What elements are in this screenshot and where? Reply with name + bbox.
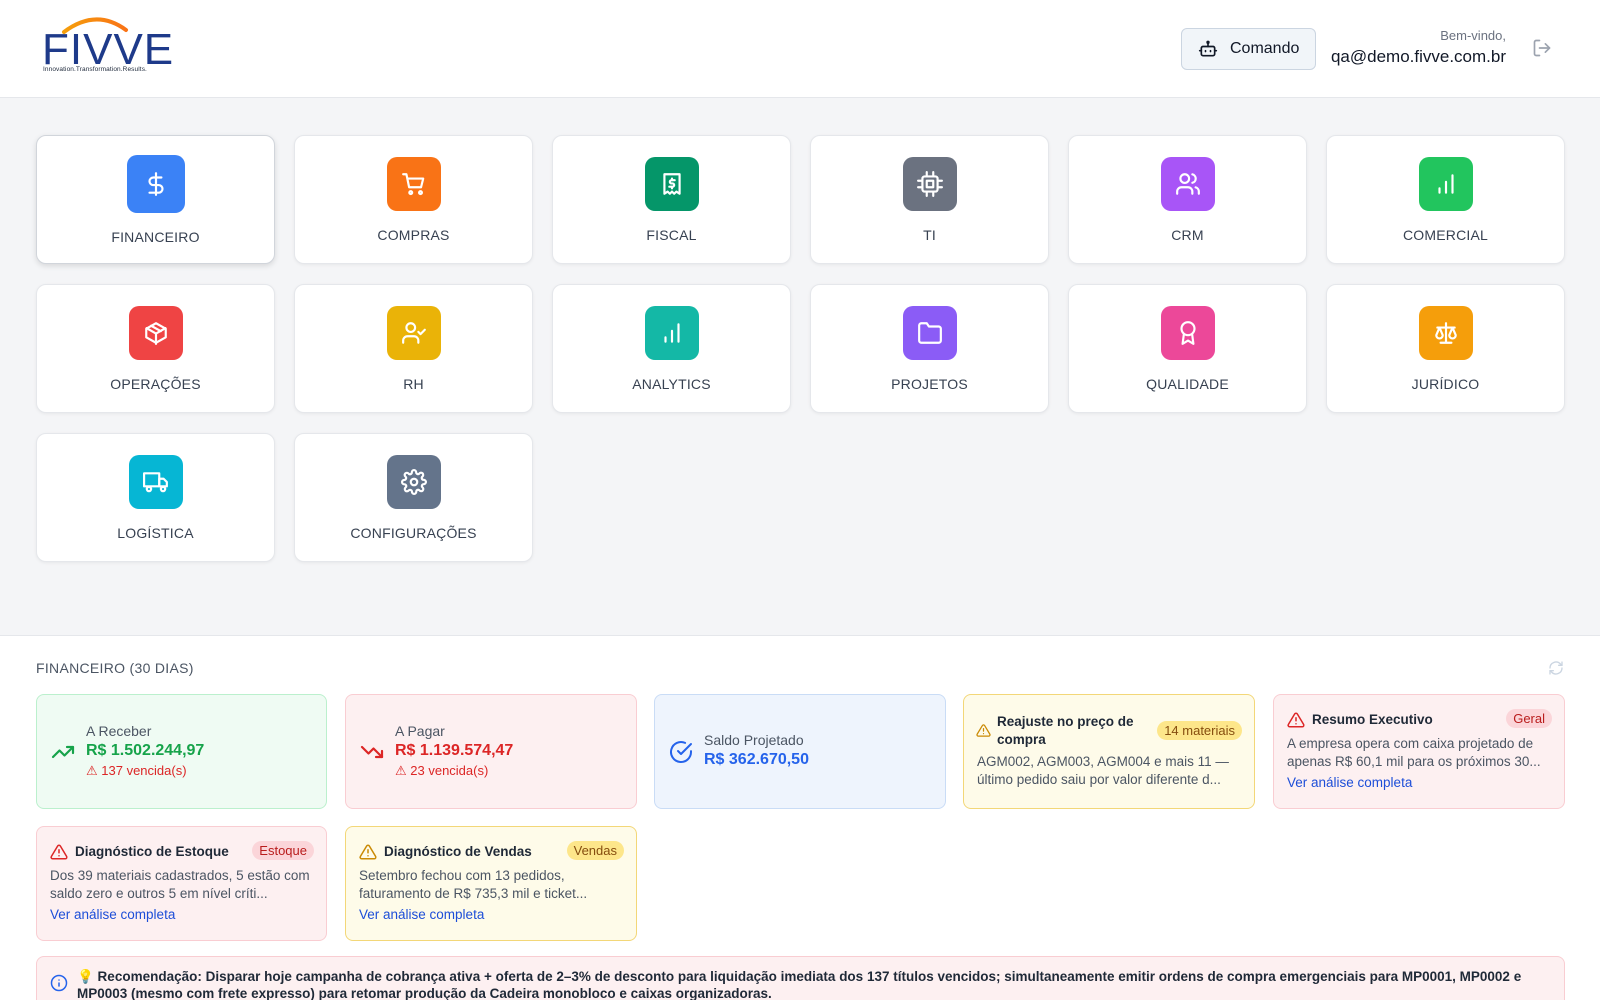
users-icon xyxy=(1160,157,1215,211)
finance-panel-title: FINANCEIRO (30 DIAS) xyxy=(36,660,194,676)
cpu-icon xyxy=(902,157,957,211)
package-icon xyxy=(128,306,183,360)
module-grid: FINANCEIRO COMPRAS FISCAL TI CRM COMERCI… xyxy=(36,135,1565,562)
module-label: JURÍDICO xyxy=(1411,376,1480,392)
stock-diagnosis-body: Dos 39 materiais cadastrados, 5 estão co… xyxy=(50,868,310,901)
module-label: COMERCIAL xyxy=(1402,227,1489,243)
projected-value: R$ 362.670,50 xyxy=(704,751,809,768)
sales-diagnosis-link[interactable]: Ver análise completa xyxy=(359,907,484,922)
receivable-label: A Receber xyxy=(86,723,152,739)
settings-icon xyxy=(386,455,441,509)
module-label: LOGÍSTICA xyxy=(117,525,194,541)
receivable-value: R$ 1.502.244,97 xyxy=(86,742,205,759)
sales-diagnosis-card[interactable]: Diagnóstico de Vendas Vendas Setembro fe… xyxy=(345,826,637,941)
top-header: FIVVE Innovation.Transformation.Results.… xyxy=(0,0,1600,98)
user-check-icon xyxy=(386,306,441,360)
warning-icon xyxy=(976,724,991,737)
recommendation-banner: 💡 Recomendação: Disparar hoje campanha d… xyxy=(36,956,1565,1000)
module-card-configuracoes[interactable]: CONFIGURAÇÕES xyxy=(294,433,533,562)
module-label: CRM xyxy=(1171,227,1204,243)
bar-chart-icon xyxy=(1418,157,1473,211)
exec-summary-body: A empresa opera com caixa projetado de a… xyxy=(1287,736,1541,769)
scale-icon xyxy=(1418,306,1473,360)
module-label: PROJETOS xyxy=(891,376,968,392)
exec-summary-card[interactable]: Resumo Executivo Geral A empresa opera c… xyxy=(1273,694,1565,809)
module-card-logistica[interactable]: LOGÍSTICA xyxy=(36,433,275,562)
price-adjust-title: Reajuste no preço de compra xyxy=(997,714,1134,747)
payable-card[interactable]: A Pagar R$ 1.139.574,47 ⚠ 23 vencida(s) xyxy=(345,694,637,809)
info-icon xyxy=(50,974,68,992)
module-card-operacoes[interactable]: OPERAÇÕES xyxy=(36,284,275,413)
module-card-projetos[interactable]: PROJETOS xyxy=(810,284,1049,413)
module-label: RH xyxy=(403,376,424,392)
cart-icon xyxy=(386,157,441,211)
recommendation-text: 💡 Recomendação: Disparar hoje campanha d… xyxy=(77,969,1522,1000)
fivve-logo[interactable]: FIVVE Innovation.Transformation.Results. xyxy=(40,14,173,76)
folder-icon xyxy=(902,306,957,360)
payable-overdue: ⚠ 23 vencida(s) xyxy=(395,763,489,778)
projected-label: Saldo Projetado xyxy=(704,732,804,748)
warning-icon xyxy=(359,844,377,860)
module-card-fiscal[interactable]: FISCAL xyxy=(552,135,791,264)
module-card-comercial[interactable]: COMERCIAL xyxy=(1326,135,1565,264)
receivable-card[interactable]: A Receber R$ 1.502.244,97 ⚠ 137 vencida(… xyxy=(36,694,327,809)
trending-up-icon xyxy=(51,745,75,759)
module-label: ANALYTICS xyxy=(632,376,711,392)
module-card-crm[interactable]: CRM xyxy=(1068,135,1307,264)
stock-diagnosis-title: Diagnóstico de Estoque xyxy=(75,844,229,859)
payable-label: A Pagar xyxy=(395,723,445,739)
trending-down-icon xyxy=(360,745,384,759)
exec-summary-title: Resumo Executivo xyxy=(1312,712,1433,727)
logout-icon[interactable] xyxy=(1532,38,1554,60)
module-card-qualidade[interactable]: QUALIDADE xyxy=(1068,284,1307,413)
module-card-analytics[interactable]: ANALYTICS xyxy=(552,284,791,413)
bar-chart-icon xyxy=(644,306,699,360)
welcome-label: Bem-vindo, xyxy=(1440,28,1506,43)
module-card-juridico[interactable]: JURÍDICO xyxy=(1326,284,1565,413)
module-label: COMPRAS xyxy=(377,227,450,243)
refresh-icon[interactable] xyxy=(1548,660,1564,676)
stock-diagnosis-link[interactable]: Ver análise completa xyxy=(50,907,175,922)
module-label: CONFIGURAÇÕES xyxy=(350,525,477,541)
exec-summary-link[interactable]: Ver análise completa xyxy=(1287,775,1412,790)
alert-triangle-icon xyxy=(50,844,68,860)
check-circle-icon xyxy=(670,741,692,764)
bot-icon xyxy=(1198,39,1218,59)
dollar-icon xyxy=(126,155,185,213)
award-icon xyxy=(1160,306,1215,360)
receipt-icon xyxy=(644,157,699,211)
command-button-label: Comando xyxy=(1230,40,1300,57)
stock-diagnosis-card[interactable]: Diagnóstico de Estoque Estoque Dos 39 ma… xyxy=(36,826,327,941)
sales-diagnosis-badge: Vendas xyxy=(566,841,624,860)
truck-icon xyxy=(128,455,183,509)
user-greeting: Bem-vindo, qa@demo.fivve.com.br xyxy=(1331,28,1506,67)
receivable-overdue: ⚠ 137 vencida(s) xyxy=(86,763,187,778)
logo-tagline: Innovation.Transformation.Results. xyxy=(43,66,147,73)
stock-diagnosis-badge: Estoque xyxy=(252,841,314,860)
price-adjust-body: AGM002, AGM003, AGM004 e mais 11 — últim… xyxy=(977,754,1229,787)
module-card-rh[interactable]: RH xyxy=(294,284,533,413)
alert-triangle-icon xyxy=(1287,712,1305,728)
price-adjust-badge: 14 materiais xyxy=(1157,721,1242,740)
payable-value: R$ 1.139.574,47 xyxy=(395,742,514,759)
module-label: QUALIDADE xyxy=(1146,376,1229,392)
sales-diagnosis-body: Setembro fechou com 13 pedidos, faturame… xyxy=(359,868,588,901)
module-label: TI xyxy=(923,227,936,243)
module-card-compras[interactable]: COMPRAS xyxy=(294,135,533,264)
module-label: FINANCEIRO xyxy=(111,229,200,245)
module-label: FISCAL xyxy=(646,227,697,243)
exec-summary-badge: Geral xyxy=(1506,709,1552,728)
module-card-financeiro[interactable]: FINANCEIRO xyxy=(36,135,275,264)
price-adjust-card[interactable]: Reajuste no preço de compra 14 materiais… xyxy=(963,694,1255,809)
finance-panel: FINANCEIRO (30 DIAS) A Receber R$ 1.502.… xyxy=(0,635,1600,1000)
module-label: OPERAÇÕES xyxy=(110,376,201,392)
user-email: qa@demo.fivve.com.br xyxy=(1330,47,1506,66)
projected-balance-card[interactable]: Saldo Projetado R$ 362.670,50 xyxy=(654,694,946,809)
module-card-ti[interactable]: TI xyxy=(810,135,1049,264)
command-button[interactable]: Comando xyxy=(1181,28,1316,70)
sales-diagnosis-title: Diagnóstico de Vendas xyxy=(384,844,532,859)
